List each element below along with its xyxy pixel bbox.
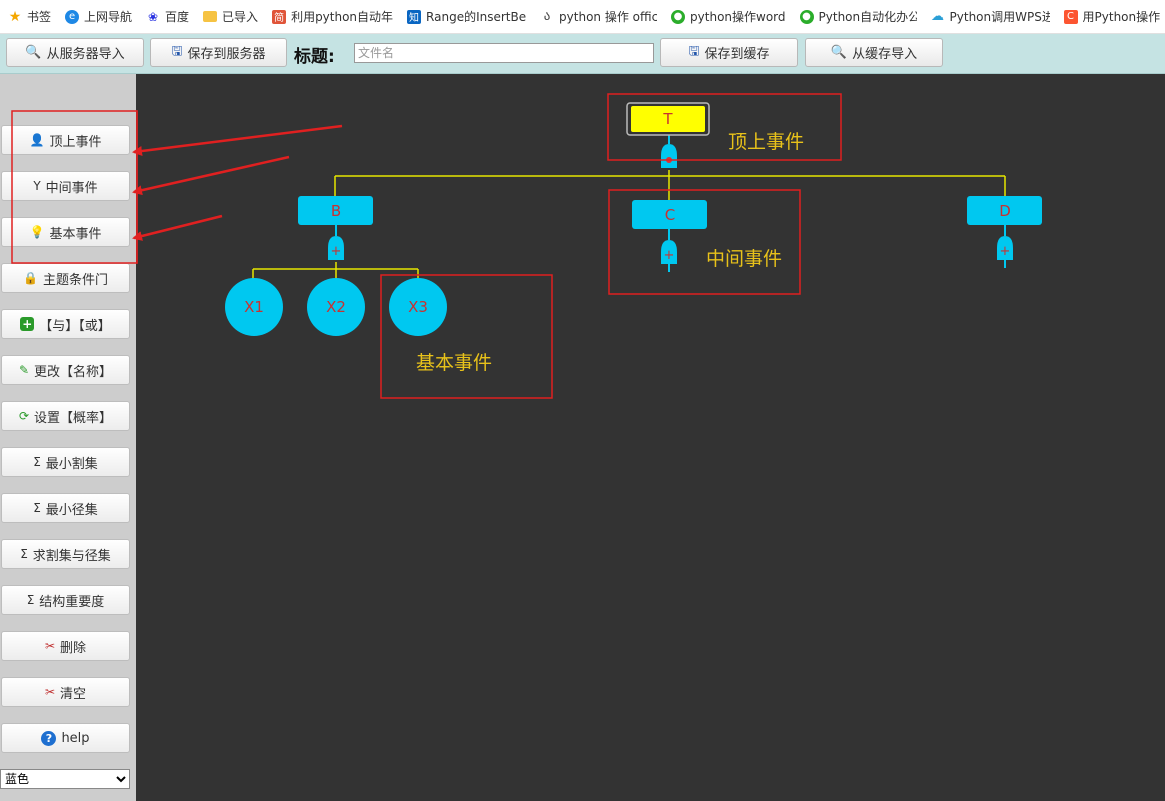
csdn-icon: C — [1063, 9, 1078, 24]
wechat-icon: ● — [671, 9, 686, 24]
bookmark-baidu[interactable]: ❀ 百度 — [138, 0, 195, 33]
jian-icon: 简 — [272, 9, 287, 24]
svg-text:+: + — [331, 244, 342, 259]
pencil-icon: ✎ — [18, 363, 30, 377]
sigma-icon: Σ — [33, 501, 41, 515]
and-or-gate-button[interactable]: + 【与】【或】 — [1, 309, 130, 339]
baidu-paw-icon: ❀ — [148, 9, 159, 24]
sidebar: 👤 顶上事件 Y 中间事件 💡 基本事件 🔒 主题条件门 + 【与】【或】 ✎ 更改【名称】… — [0, 74, 136, 801]
add-basic-event-button[interactable]: 💡 基本事件 — [1, 217, 130, 247]
or-gate-b-icon[interactable]: + — [328, 236, 344, 260]
svg-text:B: B — [331, 202, 341, 220]
import-from-cache-button[interactable]: 🔍 从缓存导入 — [805, 38, 943, 67]
bookmark-nav[interactable]: e 上网导航 — [57, 0, 138, 33]
svg-text:C: C — [665, 206, 675, 224]
toolbar: 🔍从服务器导入 🖫保存到服务器 标题: 🖫保存到缓存 🔍从缓存导入 — [0, 34, 1165, 74]
fault-tree-svg: T B + C + D + X1 X2 X3 顶上事件 中间事件 基本事件 — [136, 93, 1042, 399]
rename-button[interactable]: ✎ 更改【名称】 — [1, 355, 130, 385]
structural-importance-button[interactable]: Σ 结构重要度 — [1, 585, 130, 615]
top-or-gate-icon[interactable] — [661, 144, 677, 168]
svg-text:+: + — [1000, 244, 1011, 259]
clear-button[interactable]: ✂ 清空 — [1, 677, 130, 707]
browser-e-icon: e — [65, 9, 80, 24]
save-to-cache-button[interactable]: 🖫 保存到缓存 — [660, 38, 798, 67]
svg-text:X2: X2 — [326, 298, 346, 316]
cloud-icon: ☁ — [931, 9, 945, 24]
sigma-icon: Σ — [20, 547, 28, 561]
bookmark-imported[interactable]: 已导入 — [195, 0, 264, 33]
annotation-top-event: 顶上事件 — [728, 131, 804, 153]
bookmark-office[interactable]: ა python 操作 offic — [532, 0, 663, 33]
search-icon: 🔍 — [25, 45, 42, 60]
wechat-icon: ● — [799, 9, 814, 24]
svg-text:+: + — [664, 248, 675, 263]
cut-and-path-sets-button[interactable]: Σ 求割集与径集 — [1, 539, 130, 569]
basic-event-node-x2[interactable]: X2 — [307, 278, 365, 336]
folder-icon — [203, 11, 218, 22]
help-button[interactable]: ? help — [1, 723, 130, 753]
bookmarks-bar: ★ 书签 e 上网导航 ❀ 百度 已导入 简利用python自动年 知 Range的In… — [0, 0, 1165, 34]
floppy-icon: 🖫 — [688, 43, 700, 59]
min-cut-set-button[interactable]: Σ 最小割集 — [1, 447, 130, 477]
top-event-node[interactable]: T — [626, 102, 710, 136]
lock-icon: 🔒 — [23, 271, 38, 285]
user-icon: 👤 — [29, 133, 45, 147]
min-path-set-button[interactable]: Σ 最小径集 — [1, 493, 130, 523]
save-to-server-button[interactable]: 🖫 保存到服务器 — [150, 38, 287, 67]
svg-text:D: D — [999, 202, 1011, 220]
bookmark-wps[interactable]: ☁ Python调用WPS进 — [923, 0, 1056, 33]
plus-icon: + — [20, 317, 35, 331]
import-from-server-button[interactable]: 🔍 从服务器导入 — [6, 38, 144, 67]
intermediate-event-node-b[interactable]: B — [298, 196, 373, 225]
intermediate-event-node-d[interactable]: D — [967, 196, 1042, 225]
scissors-icon: ✂ — [44, 685, 56, 699]
basic-event-node-x1[interactable]: X1 — [225, 278, 283, 336]
annotation-basic-event: 基本事件 — [416, 352, 492, 374]
theme-select[interactable]: 蓝色 — [0, 769, 130, 789]
star-icon: ★ — [8, 8, 22, 25]
delete-button[interactable]: ✂ 删除 — [1, 631, 130, 661]
add-top-event-button[interactable]: 👤 顶上事件 — [1, 125, 130, 155]
add-intermediate-event-button[interactable]: Y 中间事件 — [1, 171, 130, 201]
help-icon: ? — [41, 730, 57, 746]
filename-input[interactable] — [354, 43, 654, 63]
bookmark-auto-office[interactable]: ● Python自动化办公 — [792, 0, 923, 33]
connectors — [252, 170, 1006, 282]
bulb-icon: 💡 — [29, 225, 45, 239]
set-probability-button[interactable]: ⟳ 设置【概率】 — [1, 401, 130, 431]
bookmark-zhihu[interactable]: 知 Range的InsertBe — [399, 0, 532, 33]
svg-text:X1: X1 — [244, 298, 264, 316]
top-event-label: T — [662, 110, 673, 128]
sigma-icon: Σ — [33, 455, 41, 469]
bookmark-jian[interactable]: 简利用python自动年 — [264, 0, 399, 33]
sigma-icon: Σ — [26, 593, 35, 607]
bookmark-csdn[interactable]: C 用Python操作 — [1056, 0, 1165, 33]
scissors-icon: ✂ — [44, 639, 56, 653]
search-icon: 🔍 — [830, 45, 848, 60]
bookmark-star[interactable]: ★ 书签 — [0, 0, 57, 33]
zhihu-icon: 知 — [407, 9, 422, 24]
or-gate-c-icon[interactable]: + — [661, 240, 677, 264]
svg-text:X3: X3 — [408, 298, 428, 316]
title-label: 标题: — [294, 47, 335, 67]
refresh-icon: ⟳ — [18, 409, 30, 423]
intermediate-event-node-c[interactable]: C — [632, 200, 707, 229]
floppy-icon: 🖫 — [171, 43, 183, 59]
annotation-intermediate-event: 中间事件 — [706, 248, 782, 270]
script-icon: ა — [543, 9, 551, 24]
fault-tree-canvas[interactable]: T B + C + D + X1 X2 X3 顶上事件 中间事件 基本事件 — [136, 74, 1165, 801]
condition-gate-button[interactable]: 🔒 主题条件门 — [1, 263, 130, 293]
basic-event-node-x3[interactable]: X3 — [389, 278, 447, 336]
or-gate-d-icon[interactable]: + — [997, 236, 1013, 260]
branch-icon: Y — [33, 179, 41, 193]
bookmark-word[interactable]: ● python操作word — [663, 0, 791, 33]
